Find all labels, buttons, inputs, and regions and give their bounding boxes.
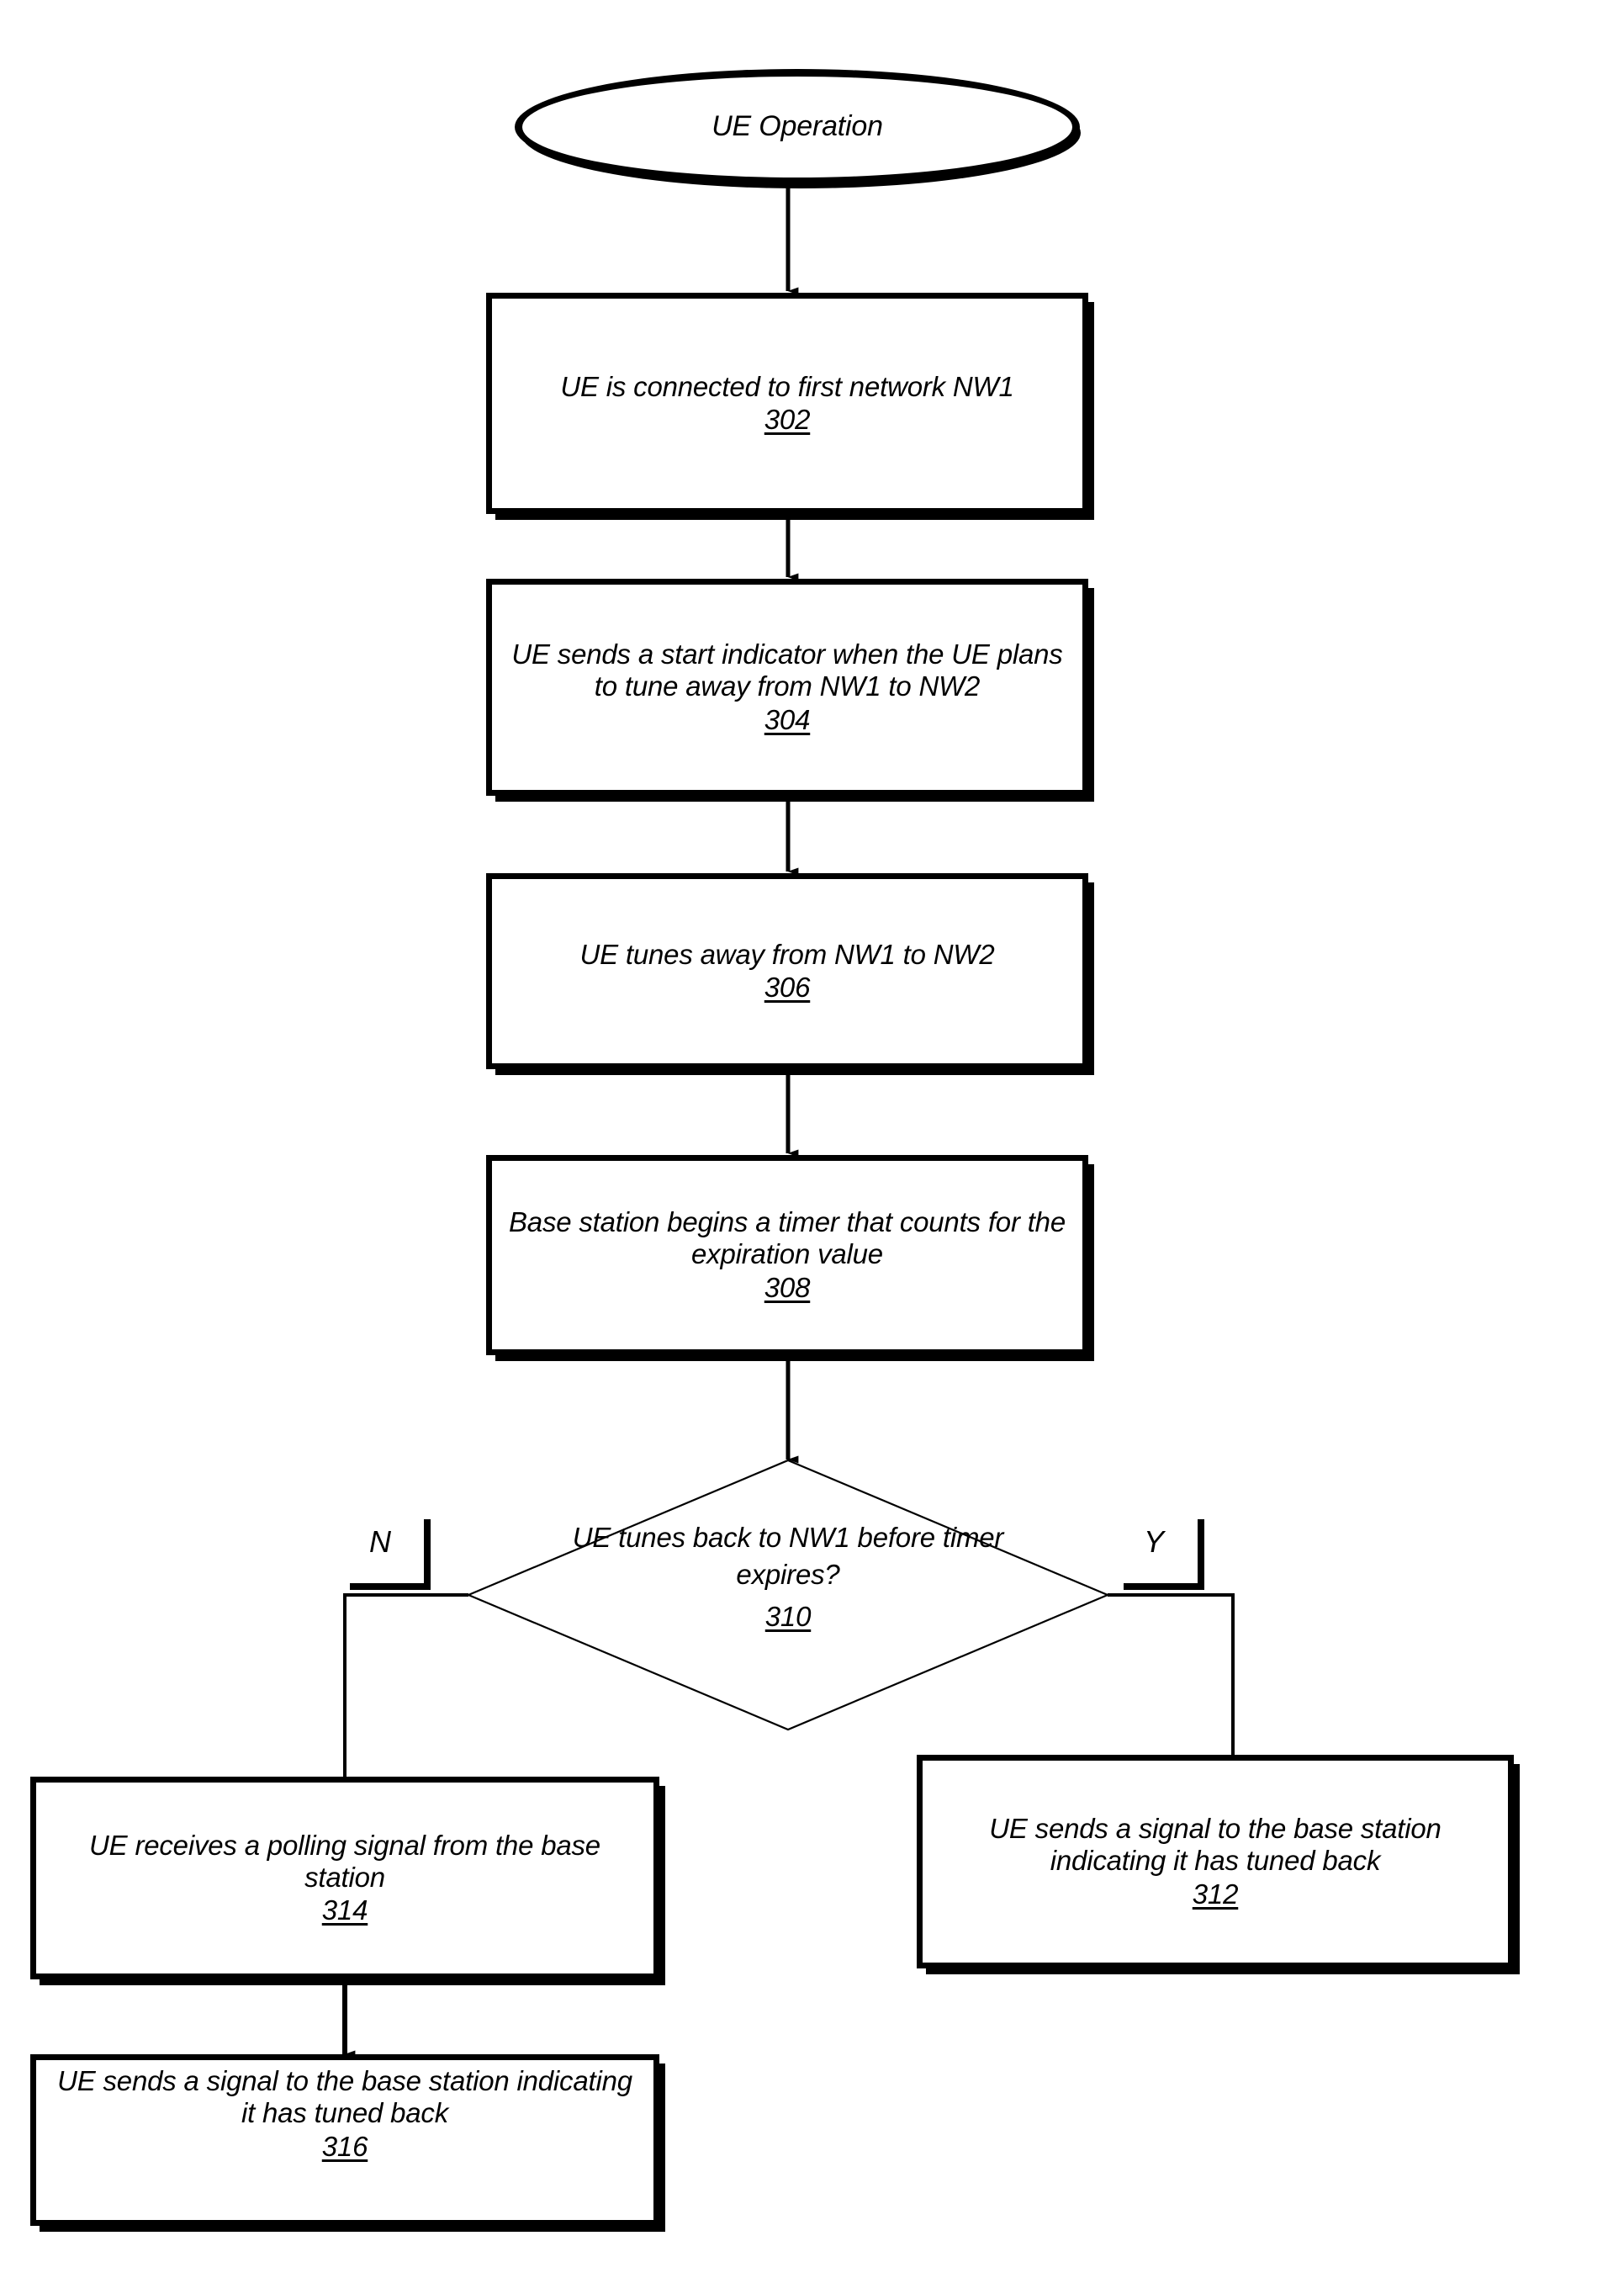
process-308-text: Base station begins a timer that counts … [509,1206,1066,1270]
process-304-ref: 304 [764,703,811,735]
process-312-label: UE sends a signal to the base station in… [923,1813,1508,1910]
process-316-label: UE sends a signal to the base station in… [36,2065,653,2163]
connector-310-no-to-314 [343,1593,468,1777]
branch-label-no: N [350,1519,431,1590]
decision-310-label: UE tunes back to NW1 before timer expire… [536,1519,1040,1635]
decision-310-ref: 310 [764,1600,812,1632]
flowchart-canvas: UE Operation UE is connected to first ne… [0,0,1624,2294]
process-302: UE is connected to first network NW1 302 [486,293,1088,514]
process-308-label: Base station begins a timer that counts … [492,1206,1082,1304]
process-306: UE tunes away from NW1 to NW2 306 [486,873,1088,1069]
process-302-label: UE is connected to first network NW1 302 [492,371,1082,437]
process-304-label: UE sends a start indicator when the UE p… [492,638,1082,736]
terminator-start-label: UE Operation [711,110,883,143]
process-314-text: UE receives a polling signal from the ba… [89,1829,600,1893]
branch-label-no-text: N [369,1524,391,1559]
connector-310-yes-to-312 [1108,1593,1235,1755]
process-308: Base station begins a timer that counts … [486,1155,1088,1355]
process-302-text: UE is connected to first network NW1 [560,370,1014,402]
process-312-text: UE sends a signal to the base station in… [989,1813,1441,1877]
decision-310-text: UE tunes back to NW1 before timer expire… [572,1522,1004,1591]
process-306-ref: 306 [764,972,811,1003]
decision-310: UE tunes back to NW1 before timer expire… [536,1506,1040,1649]
process-304: UE sends a start indicator when the UE p… [486,579,1088,796]
process-316-ref: 316 [321,2130,368,2162]
terminator-start: UE Operation [515,69,1080,185]
process-316: UE sends a signal to the base station in… [30,2054,659,2226]
process-304-text: UE sends a start indicator when the UE p… [511,638,1063,702]
process-314: UE receives a polling signal from the ba… [30,1777,659,1979]
branch-label-yes: Y [1124,1519,1204,1590]
branch-label-yes-text: Y [1143,1524,1164,1559]
process-314-ref: 314 [321,1894,368,1926]
process-316-text: UE sends a signal to the base station in… [57,2065,632,2129]
process-314-label: UE receives a polling signal from the ba… [36,1830,653,1927]
process-306-text: UE tunes away from NW1 to NW2 [579,938,995,970]
process-306-label: UE tunes away from NW1 to NW2 306 [492,939,1082,1004]
process-308-ref: 308 [764,1271,811,1303]
process-312-ref: 312 [1192,1878,1239,1910]
process-312: UE sends a signal to the base station in… [917,1755,1514,1968]
process-302-ref: 302 [764,404,811,435]
